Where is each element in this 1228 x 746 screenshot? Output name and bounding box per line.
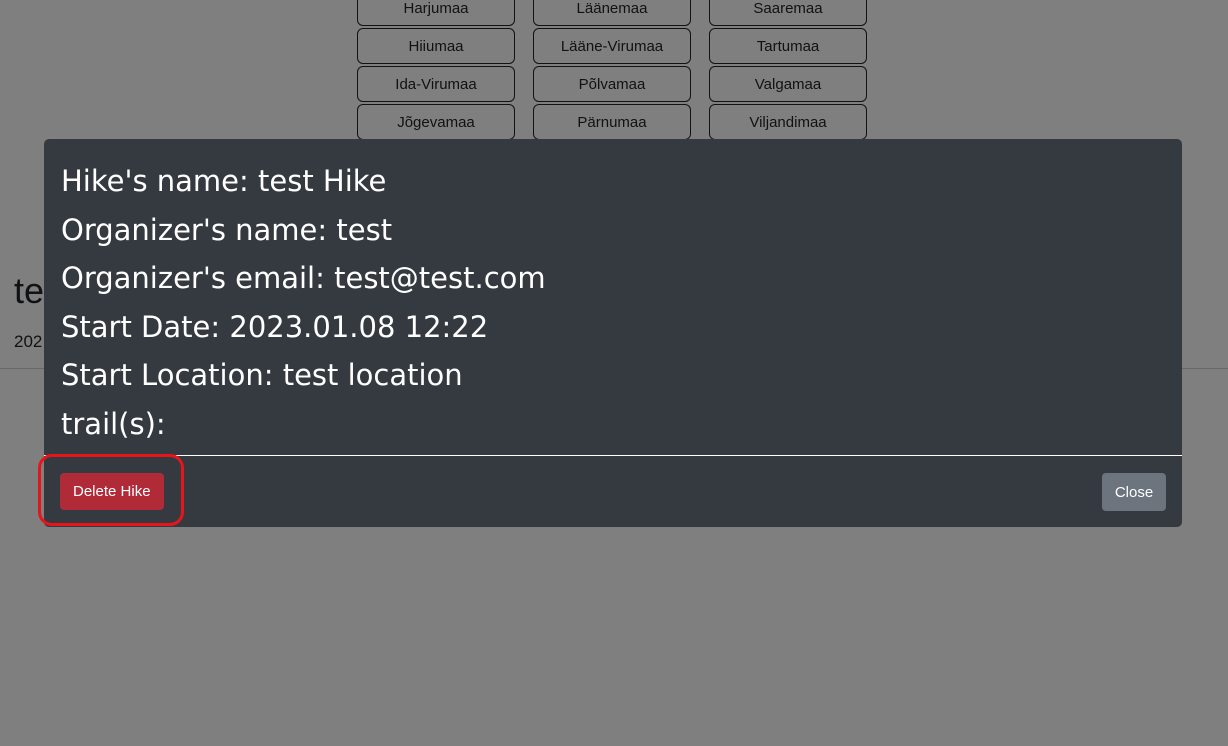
organizer-email-text: Organizer's email: test@test.com bbox=[61, 261, 546, 295]
hike-name-text: Hike's name: test Hike bbox=[61, 164, 387, 198]
start-date-text: Start Date: 2023.01.08 12:22 bbox=[61, 309, 489, 344]
organizer-name-text: Organizer's name: test bbox=[61, 212, 393, 247]
start-location-text: Start Location: test location bbox=[61, 358, 463, 392]
modal-footer-divider bbox=[44, 455, 1182, 456]
hike-details-modal: Hike's name: test Hike Organizer's name:… bbox=[38, 139, 1182, 527]
trails-text: trail(s): bbox=[61, 406, 166, 441]
close-button[interactable]: Close bbox=[1102, 473, 1166, 511]
modal-body: Hike's name: test Hike Organizer's name:… bbox=[61, 157, 1165, 448]
delete-hike-button[interactable]: Delete Hike bbox=[60, 473, 164, 510]
